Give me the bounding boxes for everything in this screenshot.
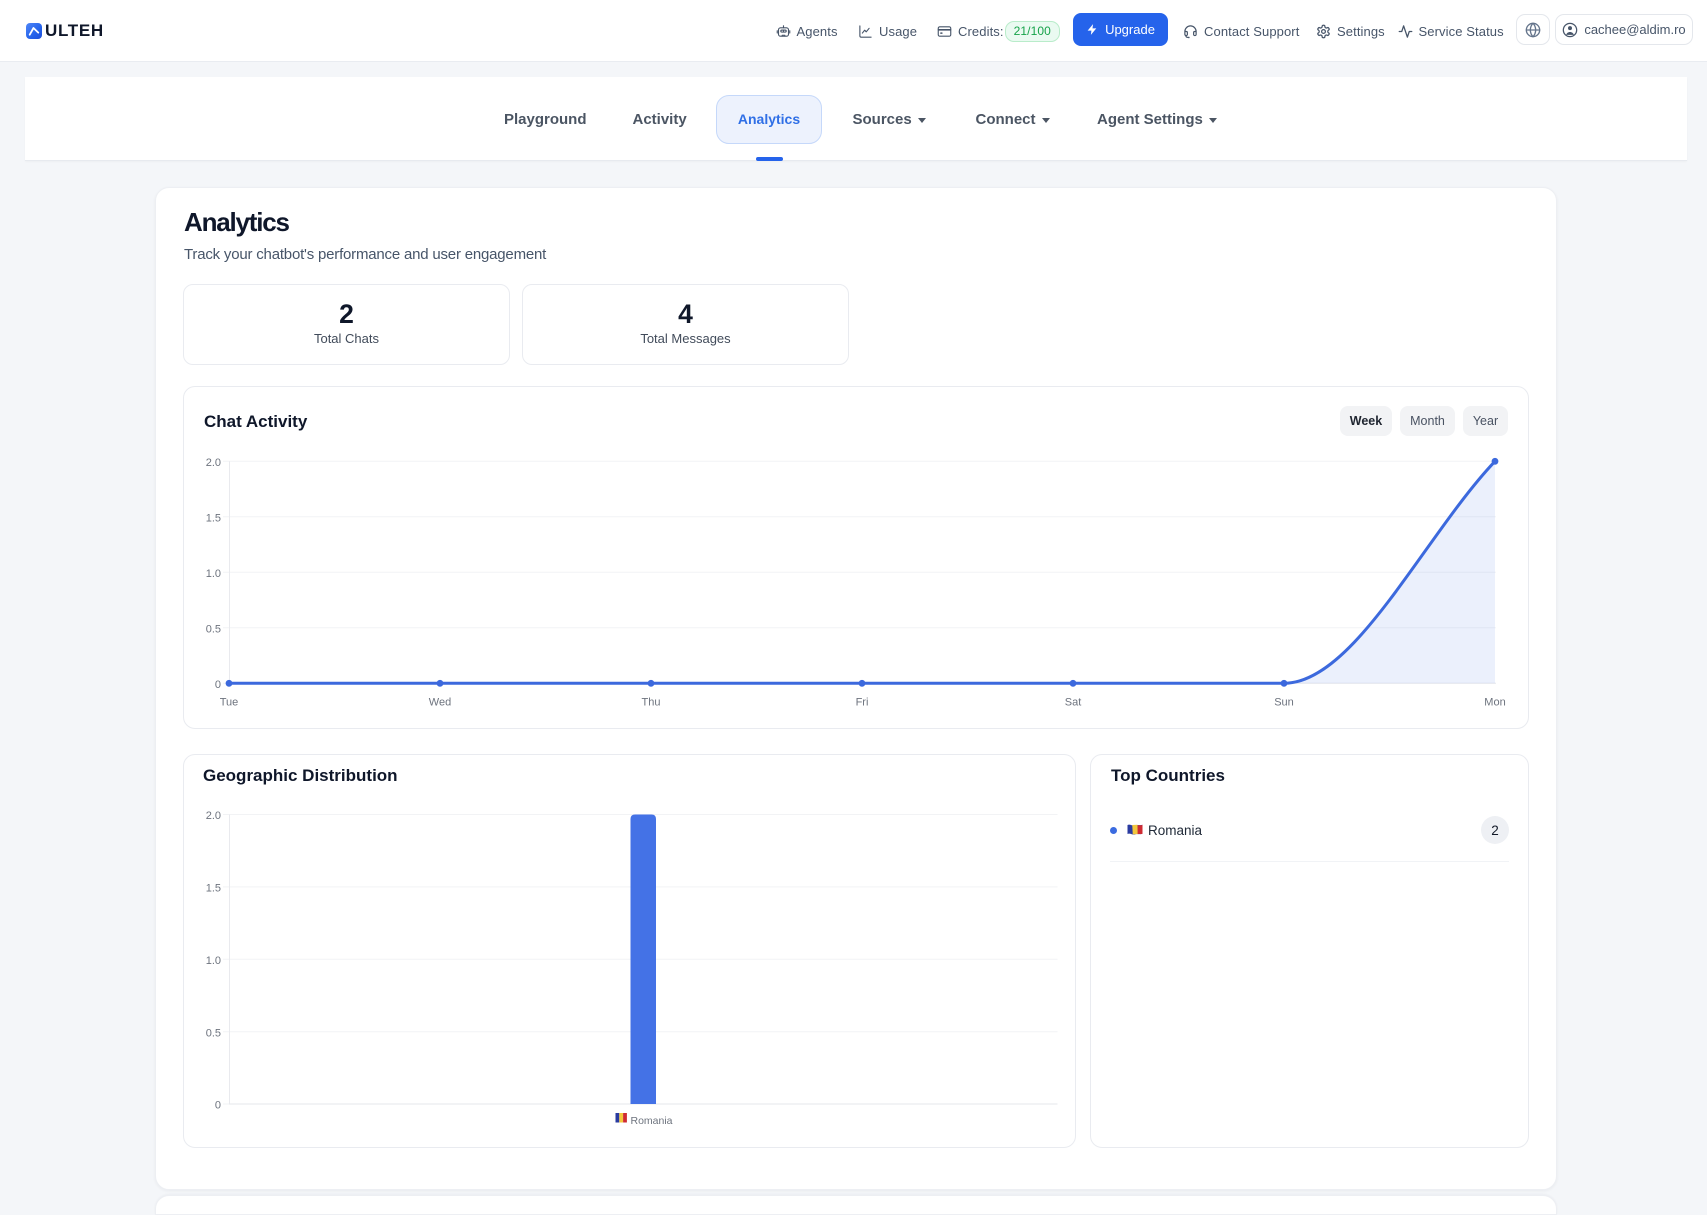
svg-text:0.5: 0.5: [206, 1027, 221, 1039]
svg-text:Thu: Thu: [642, 697, 661, 709]
svg-text:1.5: 1.5: [206, 513, 221, 525]
svg-text:Sun: Sun: [1274, 697, 1294, 709]
svg-text:Sat: Sat: [1065, 697, 1082, 709]
svg-text:1.5: 1.5: [206, 883, 221, 895]
svg-text:0: 0: [215, 679, 221, 691]
svg-text:Romania: Romania: [631, 1115, 673, 1127]
svg-text:1.0: 1.0: [206, 568, 221, 580]
svg-text:Mon: Mon: [1484, 697, 1505, 709]
svg-text:1.0: 1.0: [206, 955, 221, 967]
svg-text:Wed: Wed: [429, 697, 451, 709]
svg-text:Fri: Fri: [856, 697, 869, 709]
svg-text:2.0: 2.0: [206, 810, 221, 822]
svg-text:0.5: 0.5: [206, 624, 221, 636]
svg-text:0: 0: [215, 1100, 221, 1112]
svg-text:2.0: 2.0: [206, 457, 221, 469]
svg-text:Tue: Tue: [220, 697, 239, 709]
